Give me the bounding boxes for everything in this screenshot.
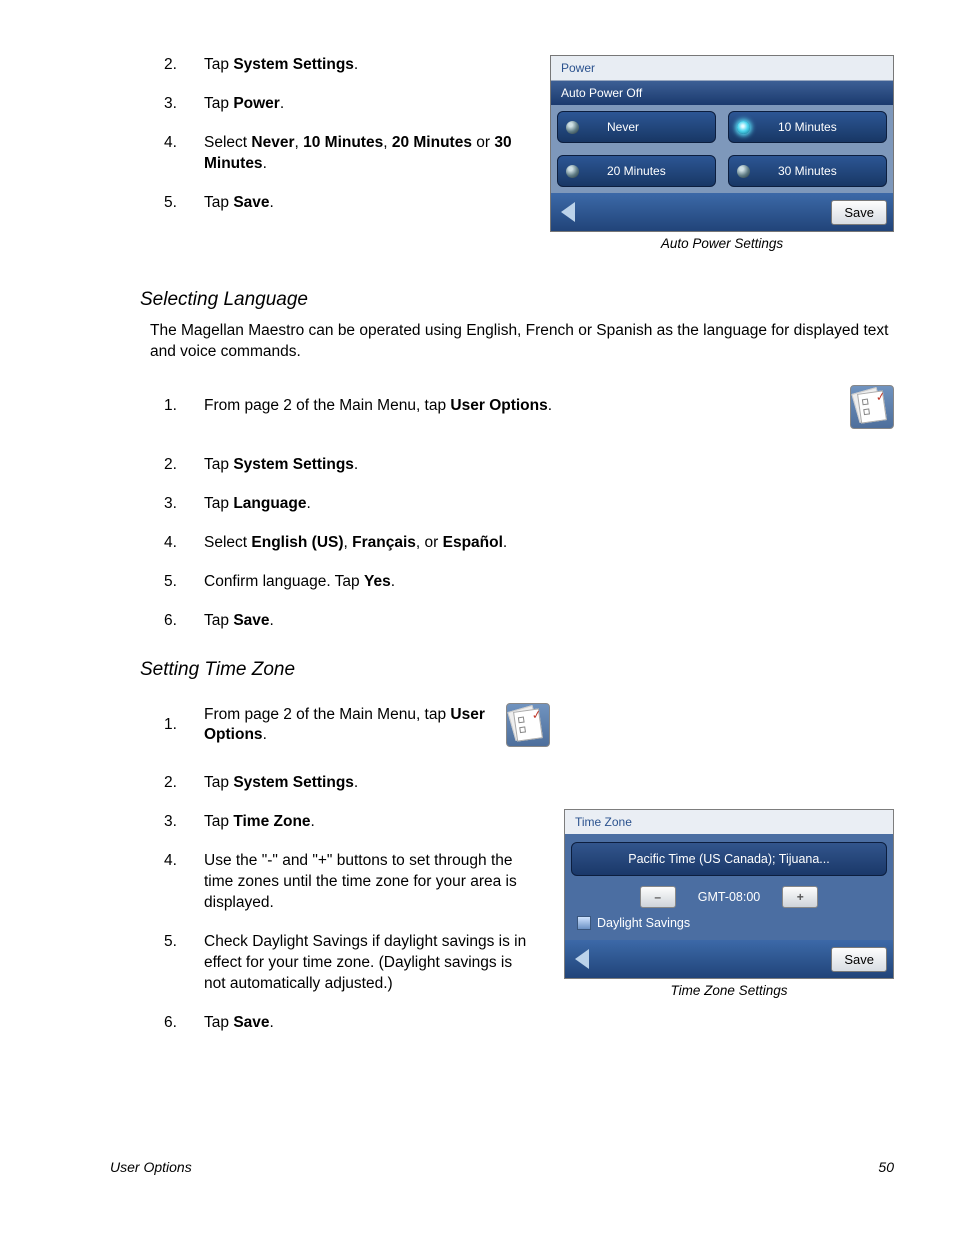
page-number: 50 — [878, 1159, 894, 1175]
save-button[interactable]: Save — [831, 200, 887, 225]
instruction-step: 1.From page 2 of the Main Menu, tap User… — [164, 703, 550, 747]
power-option[interactable]: Never — [557, 111, 716, 143]
user-options-icon — [850, 385, 894, 429]
timezone-heading: Setting Time Zone — [140, 659, 894, 681]
auto-power-caption: Auto Power Settings — [550, 236, 894, 251]
tz-title: Time Zone — [565, 810, 893, 834]
language-intro: The Magellan Maestro can be operated usi… — [150, 321, 894, 363]
back-icon[interactable] — [561, 202, 575, 222]
back-icon[interactable] — [575, 949, 589, 969]
radio-icon — [566, 121, 579, 134]
instruction-step: 3.Tap Power. — [164, 94, 536, 115]
instruction-step: 3.Tap Language. — [164, 494, 894, 515]
instruction-step: 2.Tap System Settings. — [164, 773, 550, 794]
auto-power-screenshot: Power Auto Power Off Never 10 Minutes 20 M… — [550, 55, 894, 232]
instruction-step: 4.Select English (US), Français, or Espa… — [164, 533, 894, 554]
daylight-savings-checkbox[interactable] — [577, 916, 591, 930]
radio-icon — [737, 121, 750, 134]
tz-zone: Pacific Time (US Canada); Tijuana... — [571, 842, 887, 876]
power-title: Power — [551, 56, 893, 81]
user-options-icon — [506, 703, 550, 747]
instruction-step: 3.Tap Time Zone. — [164, 812, 550, 833]
instruction-step: 5.Confirm language. Tap Yes. — [164, 572, 894, 593]
timezone-screenshot: Time Zone Pacific Time (US Canada); Tiju… — [564, 809, 894, 979]
instruction-step: 5.Check Daylight Savings if daylight sav… — [164, 932, 550, 995]
tz-plus-button[interactable]: + — [782, 886, 818, 908]
power-subtitle: Auto Power Off — [551, 81, 893, 105]
language-heading: Selecting Language — [140, 289, 894, 311]
instruction-step: 6.Tap Save. — [164, 1013, 550, 1034]
radio-icon — [566, 165, 579, 178]
daylight-savings-label: Daylight Savings — [597, 916, 690, 930]
radio-icon — [737, 165, 750, 178]
power-option[interactable]: 30 Minutes — [728, 155, 887, 187]
footer-section: User Options — [110, 1159, 192, 1175]
instruction-step: 4.Select Never, 10 Minutes, 20 Minutes o… — [164, 133, 536, 175]
power-option[interactable]: 20 Minutes — [557, 155, 716, 187]
timezone-caption: Time Zone Settings — [564, 983, 894, 998]
instruction-step: 2.Tap System Settings. — [164, 455, 894, 476]
instruction-step: 4.Use the "-" and "+" buttons to set thr… — [164, 851, 550, 914]
tz-minus-button[interactable]: – — [640, 886, 676, 908]
save-button[interactable]: Save — [831, 947, 887, 972]
instruction-step: 5.Tap Save. — [164, 193, 536, 214]
tz-gmt: GMT-08:00 — [698, 890, 761, 904]
instruction-step: 1.From page 2 of the Main Menu, tap User… — [164, 385, 894, 429]
power-option[interactable]: 10 Minutes — [728, 111, 887, 143]
instruction-step: 6.Tap Save. — [164, 611, 894, 632]
instruction-step: 2.Tap System Settings. — [164, 55, 536, 76]
